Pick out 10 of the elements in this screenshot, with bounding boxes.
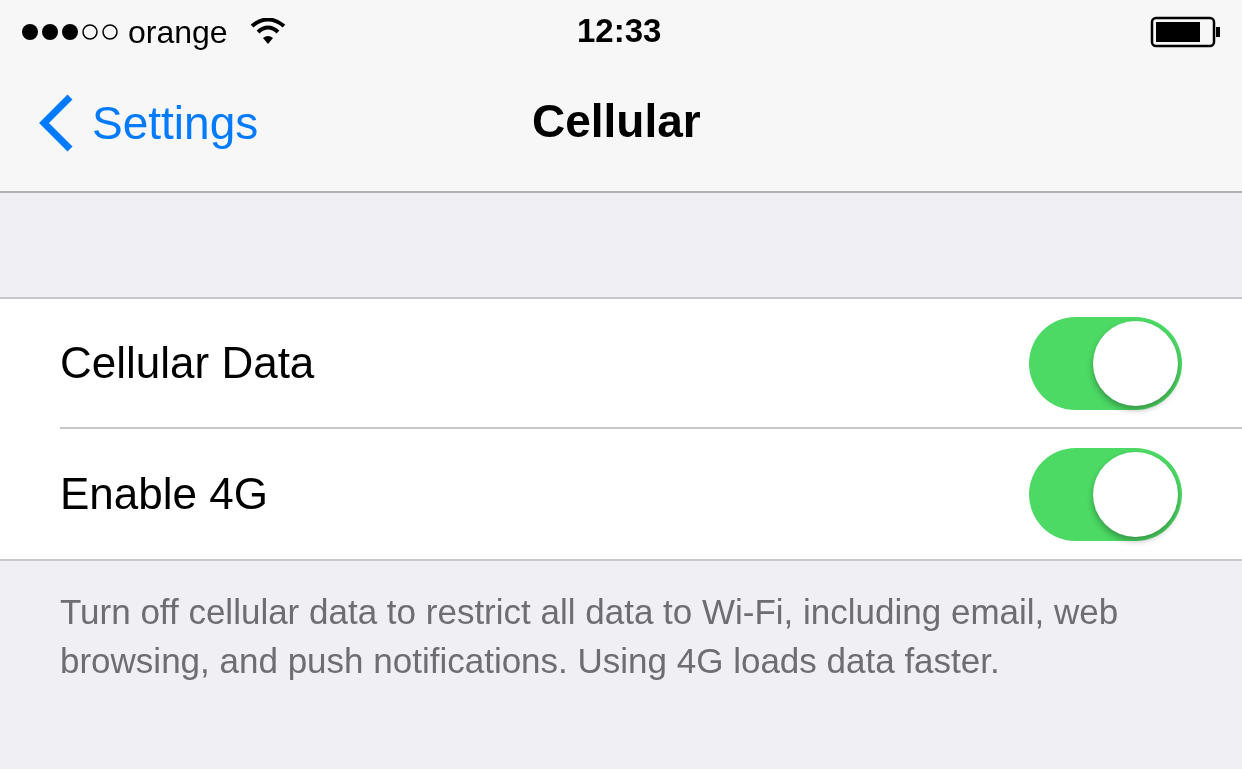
footer-note: Turn off cellular data to restrict all data to Wi-Fi, including email, web browsing, and push notifications. Using 4G loads data faster. [59, 591, 1120, 682]
setting-label: Enable 4G [60, 472, 268, 516]
clock-time: 12:33 [577, 14, 662, 47]
back-button[interactable]: Settings [38, 92, 259, 153]
chevron-left-icon [38, 92, 74, 153]
battery-icon [1150, 16, 1222, 48]
screen-title: Cellular [532, 98, 701, 144]
wifi-icon [249, 18, 286, 46]
carrier-name: orange [128, 16, 228, 48]
setting-label: Cellular Data [60, 341, 315, 385]
